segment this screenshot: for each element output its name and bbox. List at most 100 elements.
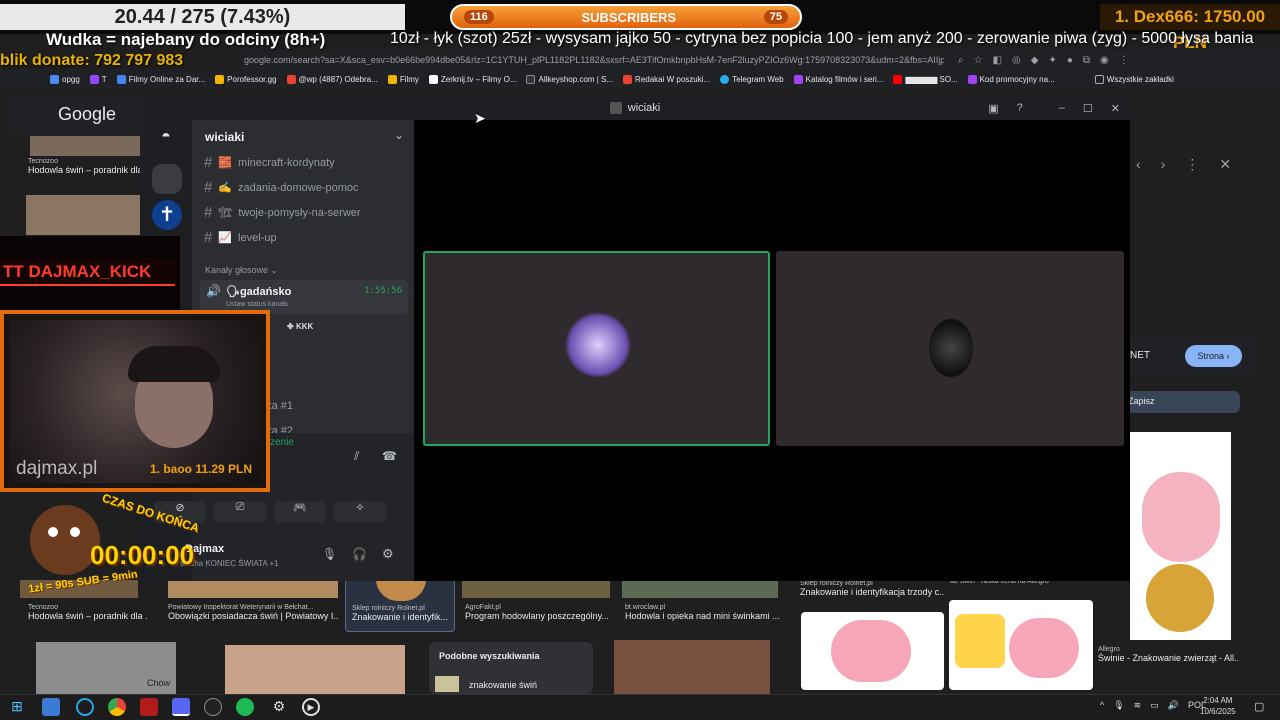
file-explorer-icon[interactable] (42, 698, 60, 716)
disconnect-icon[interactable]: ☎ (382, 449, 397, 463)
bookmark[interactable]: Telegram Web (720, 74, 784, 84)
speaker-icon: 🔊 (206, 284, 221, 298)
bookmark[interactable]: opgg (50, 74, 80, 84)
bookmark[interactable]: Zerknij.tv – Filmy O... (428, 74, 516, 84)
activity-button[interactable]: 🎮 (274, 501, 326, 523)
result-caption-3[interactable]: Powiatowy Inspektorat Weterynarii w Bełc… (168, 604, 338, 621)
start-icon[interactable]: ⊞ (8, 698, 26, 716)
voice-channel[interactable]: 🔊 🗣gadańsko 1:55:56 Ustaw status kanału (200, 280, 408, 314)
participant-tile[interactable] (776, 251, 1124, 446)
maximize-icon[interactable]: ☐ (1083, 102, 1093, 115)
related-item[interactable]: znakowanie świń (469, 680, 537, 690)
extension-icon[interactable]: ◆ (1031, 55, 1039, 66)
save-button[interactable]: Zapisz (1128, 391, 1240, 413)
settings-gear-icon[interactable]: ⚙ (382, 546, 394, 562)
result-image-pig-tv[interactable] (949, 600, 1093, 690)
puzzle-icon[interactable]: ⧉ (1083, 55, 1090, 66)
chevron-down-icon[interactable]: ⌄ (394, 128, 404, 142)
preview-image[interactable] (1130, 432, 1231, 640)
spotify-icon[interactable] (236, 698, 254, 716)
result-image[interactable] (622, 580, 778, 598)
result-selected-card[interactable]: Sklep rolniczy Rolnet.pl Znakowanie i id… (345, 578, 455, 632)
app-icon[interactable] (140, 698, 158, 716)
next-icon[interactable]: › (1161, 156, 1166, 173)
prev-icon[interactable]: ‹ (1136, 156, 1141, 173)
extension-icon[interactable]: ◎ (1012, 55, 1021, 66)
google-logo[interactable]: Google (58, 104, 116, 125)
settings-icon[interactable]: ⚙ (270, 698, 288, 716)
discord-icon[interactable] (172, 698, 190, 716)
microphone-icon[interactable]: 🎙 (322, 547, 337, 561)
microphone-icon[interactable]: 🎙 (1113, 700, 1124, 711)
minimize-icon[interactable]: – (1059, 102, 1065, 115)
chrome-icon[interactable] (108, 698, 126, 716)
result-image[interactable] (26, 195, 140, 235)
preview-caption[interactable]: Allegro Świnie - Znakowanie zwierząt - A… (1098, 646, 1238, 663)
profile-icon[interactable]: ◉ (1100, 55, 1109, 66)
result-caption-2[interactable]: Tecnozoo Hodowla świń – poradnik dla ... (28, 604, 148, 621)
bookmark[interactable]: T (89, 74, 107, 84)
tray-arrow-icon[interactable]: ^ (1100, 700, 1104, 711)
bookmark[interactable]: Redakai W poszuki... (623, 74, 710, 84)
result-caption-4[interactable]: AgroFakt.pl Program hodowlany poszczegól… (465, 604, 610, 621)
cross-server-icon[interactable]: ✝ (152, 200, 182, 230)
notification-icon[interactable]: ▢ (1254, 700, 1264, 713)
screenshare-button[interactable]: ⎚ (214, 501, 266, 523)
server-name[interactable]: wiciaki (205, 130, 244, 144)
result-image[interactable]: Chow (36, 642, 176, 694)
bookmark[interactable]: Porofessor.gg (215, 74, 277, 84)
soundboard-button[interactable]: ✧ (334, 501, 386, 523)
result-caption-5[interactable]: bt.wroclaw.pl Hodowla i opieka nad mini … (625, 604, 780, 621)
app-icon[interactable] (76, 698, 94, 716)
bookmark[interactable]: Filmy Online za Dar... (116, 74, 205, 84)
network-icon[interactable]: ▭ (1150, 700, 1159, 711)
result-image[interactable] (168, 580, 338, 598)
close-icon[interactable]: ✕ (1111, 102, 1120, 115)
inbox-icon[interactable]: ▣ (988, 102, 998, 115)
bookmark[interactable]: Filmy (387, 74, 419, 84)
help-icon[interactable]: ? (1017, 102, 1023, 115)
bookmark[interactable]: Katalog filmów i seri... (793, 74, 883, 84)
channel-homework[interactable]: # ✍ zadania-domowe-pomoc (204, 179, 359, 196)
bookmark[interactable]: @wp (4887) Odebra... (286, 74, 378, 84)
star-icon[interactable]: ☆ (974, 55, 983, 66)
address-bar[interactable]: google.com/search?sa=X&sca_esv=b0e66be99… (240, 50, 1280, 70)
discord-home-icon[interactable]: ◓ (154, 128, 178, 148)
wifi-icon[interactable]: ≋ (1134, 700, 1142, 711)
result-image-pig-cartoon[interactable] (801, 612, 944, 690)
channel-minecraft[interactable]: # 🧱 minecraft-kordynaty (204, 154, 335, 171)
channel-ideas[interactable]: # 🏗 twoje-pomysły-na-serwer (204, 204, 361, 221)
bookmark[interactable]: Allkeyshop.com | S... (526, 74, 613, 84)
zoom-icon[interactable]: ⌕ (958, 55, 964, 66)
extension-icon[interactable]: ✦ (1048, 55, 1056, 66)
menu-icon[interactable]: ⋮ (1119, 55, 1129, 66)
visit-page-button[interactable]: Strona › (1185, 345, 1242, 367)
voice-category[interactable]: Kanały głosowe ⌄ (205, 265, 278, 276)
clock[interactable]: 2:04 AM 10/6/2025 (1200, 695, 1236, 717)
bookmark[interactable]: ▆▆▆▆▆▆ SO... (893, 74, 958, 84)
all-bookmarks[interactable]: Wszystkie zakładki (1094, 74, 1174, 84)
participant-tile-speaking[interactable] (423, 251, 770, 446)
voice-status[interactable]: Ustaw status kanału (226, 301, 289, 308)
address-text: google.com/search?sa=X&sca_esv=b0e66be99… (244, 55, 944, 65)
channel-level-up[interactable]: # 📈 level-up (204, 229, 277, 246)
member-tag-text: KKK (295, 322, 314, 331)
channel-emoji: 🧱 (218, 157, 233, 169)
server-icon[interactable] (152, 164, 182, 194)
noise-suppression-icon[interactable]: ⫽ (354, 449, 359, 464)
extension-icon[interactable]: ● (1067, 55, 1073, 66)
obs-icon[interactable] (204, 698, 222, 716)
more-icon[interactable]: ⋮ (1185, 156, 1199, 173)
result-image[interactable] (30, 136, 140, 156)
media-player-icon[interactable]: ▶ (302, 698, 320, 716)
headphones-icon[interactable]: 🎧 (352, 547, 367, 561)
result-image[interactable] (614, 640, 770, 694)
result-caption-1[interactable]: Tecnozoo Hodowla świń – poradnik dla (28, 158, 140, 175)
result-image[interactable] (462, 580, 610, 598)
extension-icon[interactable]: ◧ (993, 55, 1002, 66)
result-caption-6[interactable]: Sklep rolniczy Rolnet.pl Znakowanie i id… (800, 580, 945, 597)
bookmark[interactable]: Kod promocyjny na... (967, 74, 1055, 84)
volume-icon[interactable]: 🔊 (1168, 700, 1179, 711)
close-icon[interactable]: ✕ (1219, 156, 1231, 173)
result-image[interactable] (225, 645, 405, 694)
